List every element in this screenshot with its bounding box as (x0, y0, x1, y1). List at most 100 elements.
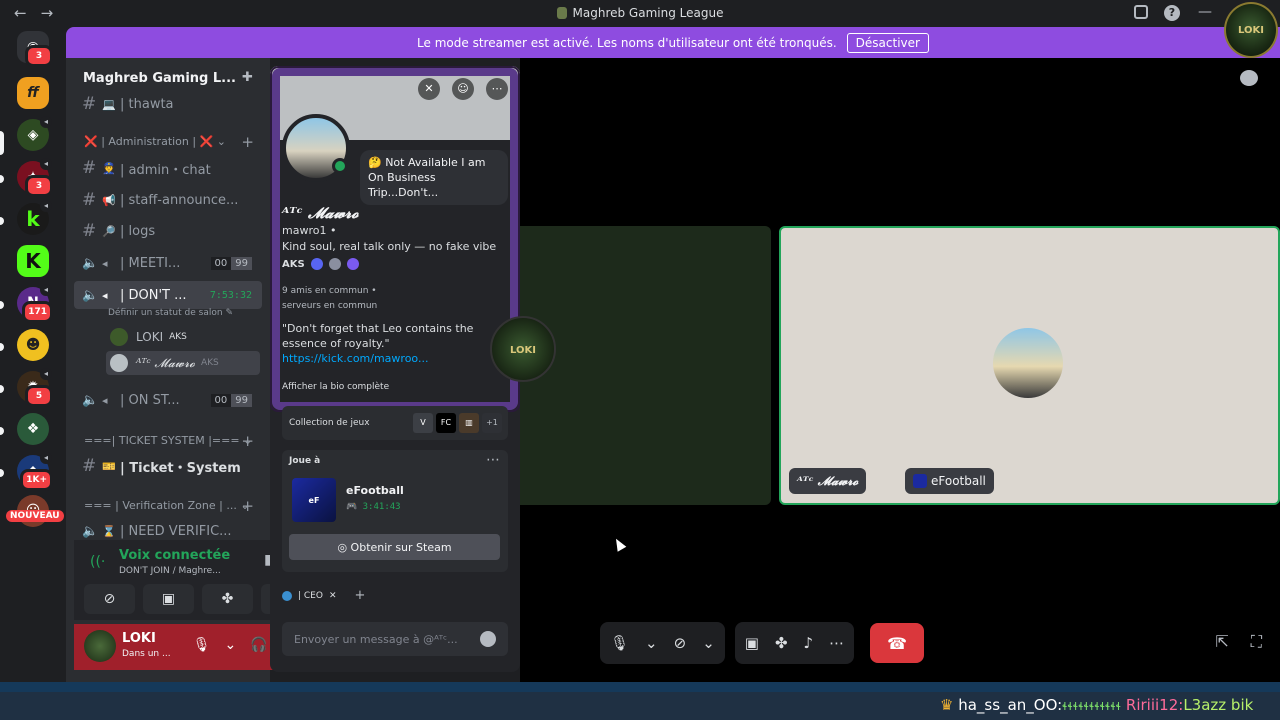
camera-off-icon[interactable]: ⊘ (674, 634, 687, 652)
voice-channel-icon: 🔈 (82, 392, 99, 408)
game-collection[interactable]: Collection de jeux V FC ▥ +1 (282, 406, 508, 440)
ticker-user-2: Ririii12: (1125, 696, 1184, 714)
server-n[interactable]: N171◂ (17, 284, 53, 323)
screen-share-button[interactable]: ▣ (143, 584, 194, 614)
channel-dont-join[interactable]: 🔈 ◂ | DON'T ... 7:53:32 (74, 281, 262, 309)
profile-username[interactable]: mawro1 • (282, 224, 336, 237)
boost-badge-icon[interactable] (328, 258, 341, 270)
ticker-user-1: ha_ss_an_OO: (958, 696, 1063, 714)
channel-ticket-system[interactable]: # 🎫 | Ticket・System (74, 452, 262, 480)
activities-button[interactable]: ✤ (202, 584, 253, 614)
server-green[interactable]: ❖ (17, 413, 49, 445)
category-administration[interactable]: ❌ | Administration | ❌ ⌄ + (74, 133, 262, 151)
emblem-icon: ❖ (17, 413, 49, 445)
minimize-icon[interactable]: — (1198, 4, 1212, 20)
inbox-icon[interactable] (1134, 5, 1148, 19)
screen-share-icon[interactable]: ▣ (745, 634, 759, 652)
channel-on-st[interactable]: 🔈 ◂ | ON ST... 00 99 (74, 386, 262, 414)
unread-pill (0, 469, 4, 477)
server-fire[interactable]: ✹5◂ (17, 368, 53, 407)
participant-tile-mawro[interactable]: ᴬᵀᶜ 𝓜𝓪𝔀𝓻𝓸 eFootball (779, 226, 1280, 505)
avatar[interactable] (84, 630, 116, 662)
nitro-badge-icon[interactable] (310, 258, 323, 270)
quest-badge-icon[interactable] (346, 258, 359, 270)
add-channel-icon[interactable]: + (241, 133, 254, 151)
emoji-icon[interactable] (480, 631, 496, 647)
remove-friend-icon[interactable]: ✕ (418, 78, 440, 100)
activities-icon[interactable]: ✤ (775, 634, 788, 652)
server-ff[interactable]: ff (17, 77, 49, 109)
channel-admin-chat[interactable]: # 👮 | admin・chat (74, 154, 262, 182)
speaker-icon: ◂ (40, 368, 52, 380)
participant-activity-label: eFootball (905, 468, 994, 494)
voice-user-loki[interactable]: LOKI AKS (106, 325, 260, 349)
add-channel-icon[interactable]: + (241, 432, 254, 450)
profile-avatar[interactable] (282, 114, 350, 182)
role-list: | CEO ✕ + (282, 588, 365, 603)
server-red[interactable]: ✦3◂ (17, 158, 53, 197)
more-games[interactable]: +1 (482, 413, 502, 433)
taskbar-strip (0, 682, 1280, 692)
signal-icon[interactable]: ((· (90, 554, 105, 570)
user-limit-counter: 00 99 (210, 393, 252, 407)
mutual-friends[interactable]: 9 amis en commun • (282, 284, 377, 299)
get-on-steam-button[interactable]: ◎ Obtenir sur Steam (289, 534, 500, 560)
microphone-icon[interactable]: 🎙 (193, 637, 211, 653)
set-channel-status[interactable]: Définir un statut de salon ✎ (108, 308, 233, 318)
channel-meeting[interactable]: 🔈 ◂ | MEETI... 00 99 (74, 249, 262, 277)
server-face[interactable]: ☻ (17, 329, 49, 361)
disconnect-button[interactable]: ☎ (870, 623, 925, 663)
voice-status-title[interactable]: Voix connectée (119, 548, 230, 563)
deactivate-button[interactable]: Désactiver (846, 32, 929, 53)
soundboard-icon[interactable]: ♪ (804, 634, 814, 652)
dm-message-input[interactable]: Envoyer un message à @ᴬᵀᶜ... (282, 622, 508, 656)
voice-channel-path[interactable]: DON'T JOIN / Maghre... (119, 566, 221, 576)
participant-avatar: LOKI (490, 316, 556, 382)
server-kick2[interactable]: K (17, 245, 49, 277)
chat-icon[interactable] (1240, 70, 1258, 86)
server-kick[interactable]: k ◂ (17, 200, 52, 235)
server-mgl[interactable]: ◈ ◂ (17, 116, 52, 151)
fullscreen-icon[interactable]: ⛶ (1251, 632, 1262, 652)
guild-tag[interactable]: AKS (282, 259, 305, 270)
more-icon[interactable]: ⋯ (486, 452, 500, 468)
chevron-down-icon[interactable]: ⌄ (702, 634, 715, 652)
gta-icon[interactable]: V (413, 413, 433, 433)
camera-off-button[interactable]: ⊘ (84, 584, 135, 614)
invite-icon[interactable]: ✚ (242, 70, 258, 86)
chevron-down-icon[interactable]: ⌄ (225, 637, 237, 653)
channel-staff-announce[interactable]: # 📢 | staff-announce... (74, 186, 262, 214)
participant-avatar (993, 328, 1063, 398)
category-ticket-system[interactable]: ===| TICKET SYSTEM |=== ⌄ + (74, 432, 262, 450)
more-icon[interactable]: ⋯ (486, 78, 508, 100)
category-verification[interactable]: === | Verification Zone | ... ⌄ + (74, 497, 262, 515)
call-controls: 🎙 ⌄ ⊘ ⌄ ▣ ✤ ♪ ⋯ ☎ (600, 622, 925, 664)
more-icon[interactable]: ⋯ (829, 634, 844, 652)
remove-role-icon[interactable]: ✕ (329, 591, 337, 601)
friend-icon[interactable]: ☺ (452, 78, 474, 100)
add-role-icon[interactable]: + (355, 588, 366, 603)
username[interactable]: LOKI (122, 631, 156, 646)
voice-user-mawro[interactable]: ᴬᵀᶜ 𝓜𝓪𝔀𝓻𝓸 AKS (106, 351, 260, 375)
add-channel-icon[interactable]: + (241, 497, 254, 515)
role-ceo: | CEO (298, 590, 323, 601)
fc-icon[interactable]: FC (436, 413, 456, 433)
channel-logs[interactable]: # 🔎 | logs (74, 217, 262, 245)
chevron-down-icon[interactable]: ⌄ (645, 634, 658, 652)
profile-link[interactable]: https://kick.com/mawroo... (282, 352, 428, 365)
mutual-servers[interactable]: serveurs en commun (282, 299, 377, 314)
server-blue[interactable]: ◆1K+◂ (17, 452, 53, 491)
help-icon[interactable]: ? (1164, 5, 1180, 21)
steam-icon: ◎ (337, 540, 348, 554)
server-badge: 5 (25, 385, 53, 407)
popout-icon[interactable]: ⇱ (1215, 632, 1228, 652)
guild-tag: AKS (169, 332, 187, 342)
headphones-icon[interactable]: 🎧 (250, 637, 267, 653)
show-full-bio[interactable]: Afficher la bio complète (282, 382, 389, 392)
participant-tile-loki[interactable]: LOKI (490, 226, 771, 505)
channel-thawta[interactable]: # 💻 | thawta (74, 90, 262, 118)
microphone-icon[interactable]: 🎙 (610, 634, 629, 652)
home-button[interactable]: ◉ 3 (17, 31, 53, 67)
unread-pill (0, 385, 4, 393)
game-icon[interactable]: ▥ (459, 413, 479, 433)
